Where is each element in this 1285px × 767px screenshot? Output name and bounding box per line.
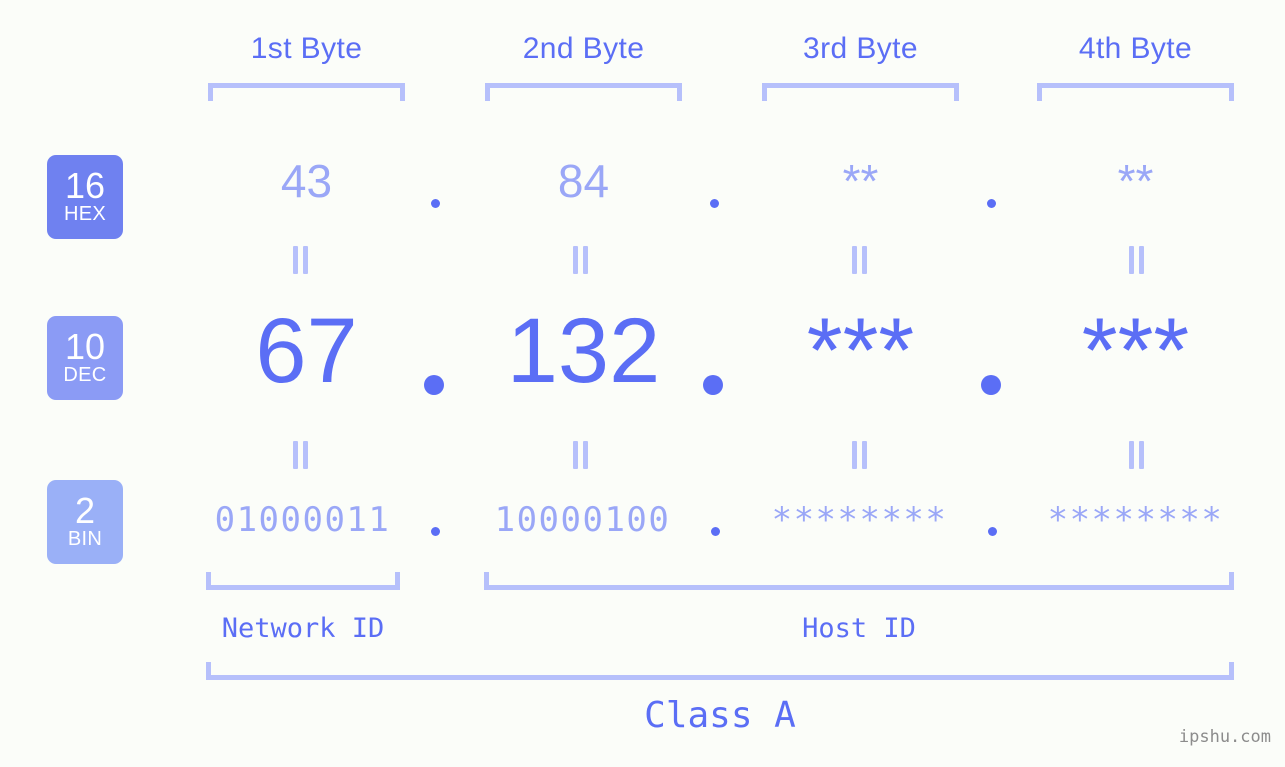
bin-separator-2 [711,527,720,536]
equals-mark-dec-bin-2 [573,441,588,469]
dec-byte-1: 67 [255,300,358,402]
byte-header-2-label: 2nd Byte [522,32,645,65]
dec-byte-3: *** [806,300,915,402]
byte-header-1-label: 1st Byte [250,32,363,65]
hex-byte-3: ** [842,155,879,207]
equals-mark-dec-bin-1 [293,441,308,469]
byte-header-4: 4th Byte [1037,32,1234,66]
radix-badge-hex-name: HEX [63,203,107,225]
byte-bracket-2 [485,83,682,101]
equals-mark-dec-bin-3 [852,441,867,469]
bin-byte-3: ******** [771,500,948,540]
radix-badge-bin: 2 BIN [47,480,123,564]
equals-mark-hex-dec-3 [852,246,867,274]
dec-byte-2: 132 [506,300,661,402]
hex-byte-2: 84 [557,155,610,207]
byte-header-1: 1st Byte [208,32,405,66]
dec-byte-4: *** [1081,300,1190,402]
host-id-label: Host ID [802,613,916,644]
radix-badge-dec-name: DEC [63,364,107,386]
class-label: Class A [644,695,796,736]
radix-badge-hex: 16 HEX [47,155,123,239]
equals-mark-dec-bin-4 [1129,441,1144,469]
byte-header-3: 3rd Byte [762,32,959,66]
dec-separator-1 [424,375,444,395]
byte-header-2: 2nd Byte [485,32,682,66]
bin-separator-1 [431,527,440,536]
equals-mark-hex-dec-4 [1129,246,1144,274]
radix-badge-dec: 10 DEC [47,316,123,400]
site-watermark: ipshu.com [1178,727,1271,747]
radix-badge-bin-number: 2 [74,490,96,531]
ip-byte-diagram: 1st Byte 2nd Byte 3rd Byte 4th Byte 16 H… [0,0,1285,767]
hex-separator-2 [710,199,719,208]
byte-bracket-1 [208,83,405,101]
network-id-label: Network ID [221,613,385,644]
hex-byte-1: 43 [280,155,333,207]
hex-separator-3 [987,199,996,208]
radix-badge-dec-number: 10 [64,326,106,367]
byte-bracket-4 [1037,83,1234,101]
byte-header-3-label: 3rd Byte [803,32,918,65]
equals-mark-hex-dec-1 [293,246,308,274]
hex-byte-4: ** [1117,155,1154,207]
host-id-bracket [484,572,1234,590]
dec-separator-2 [703,375,723,395]
bin-separator-3 [988,527,997,536]
bin-byte-1: 01000011 [214,500,391,540]
network-id-bracket [206,572,400,590]
radix-badge-bin-name: BIN [67,528,103,550]
bin-byte-4: ******** [1047,500,1224,540]
equals-mark-hex-dec-2 [573,246,588,274]
hex-separator-1 [431,199,440,208]
class-bracket [206,662,1234,680]
bin-byte-2: 10000100 [494,500,671,540]
dec-separator-3 [981,375,1001,395]
radix-badge-hex-number: 16 [64,165,106,206]
byte-bracket-3 [762,83,959,101]
byte-header-4-label: 4th Byte [1078,32,1193,65]
